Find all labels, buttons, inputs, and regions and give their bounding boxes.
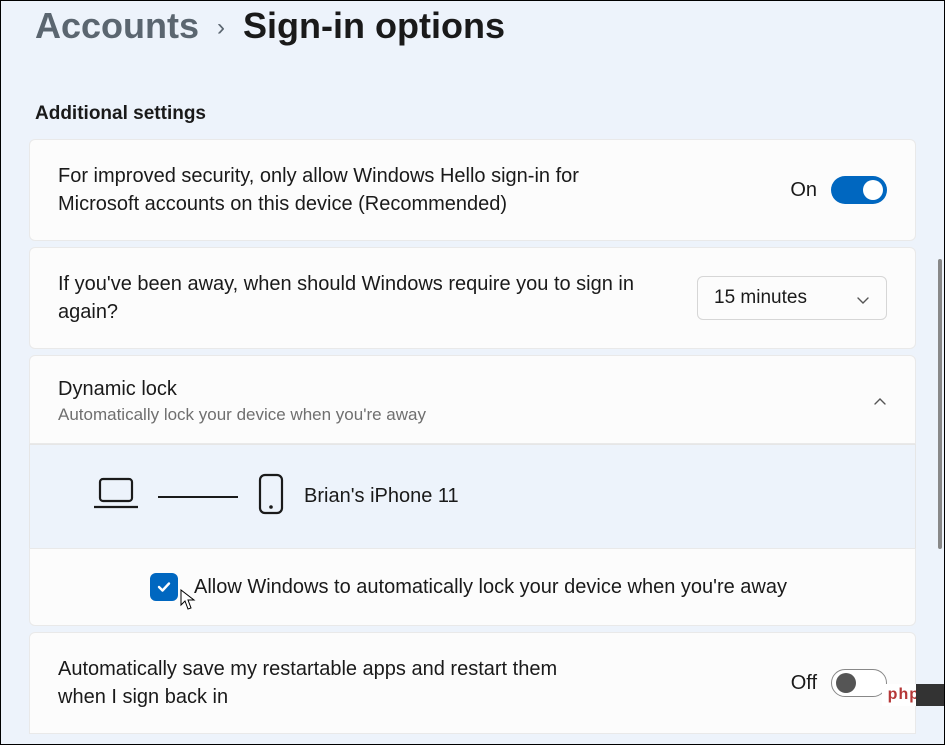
require-signin-card: If you've been away, when should Windows…: [29, 247, 916, 349]
dynamic-lock-subtitle: Automatically lock your device when you'…: [58, 405, 873, 425]
restart-apps-toggle-group: Off: [791, 669, 887, 697]
chevron-down-icon: [856, 291, 870, 305]
restart-apps-text: Automatically save my restartable apps a…: [58, 655, 588, 711]
restart-apps-card: Automatically save my restartable apps a…: [29, 632, 916, 734]
hello-signin-card: For improved security, only allow Window…: [29, 139, 916, 241]
toggle-knob: [836, 673, 856, 693]
section-heading: Additional settings: [29, 103, 916, 125]
breadcrumb: Accounts › Sign-in options: [29, 5, 916, 47]
paired-device-name: Brian's iPhone 11: [304, 485, 459, 508]
chevron-up-icon: [873, 395, 887, 409]
hello-toggle-group: On: [790, 176, 887, 204]
laptop-icon: [94, 477, 138, 516]
chevron-right-icon: ›: [217, 14, 225, 42]
dropdown-value: 15 minutes: [714, 287, 807, 309]
dynamic-lock-title: Dynamic lock: [58, 378, 873, 401]
scrollbar[interactable]: [938, 259, 942, 549]
phone-icon: [258, 473, 284, 520]
require-signin-dropdown[interactable]: 15 minutes: [697, 276, 887, 320]
toggle-knob: [863, 180, 883, 200]
connection-line-icon: [158, 496, 238, 498]
page-title: Sign-in options: [243, 5, 505, 47]
restart-apps-toggle[interactable]: [831, 669, 887, 697]
dynamic-lock-checkbox-label: Allow Windows to automatically lock your…: [194, 576, 787, 599]
dynamic-lock-checkbox-row: Allow Windows to automatically lock your…: [29, 548, 916, 626]
hello-toggle-label: On: [790, 179, 817, 202]
dynamic-lock-checkbox[interactable]: [150, 573, 178, 601]
watermark-badge: [916, 684, 944, 706]
restart-apps-toggle-label: Off: [791, 672, 817, 695]
hello-signin-text: For improved security, only allow Window…: [58, 162, 658, 218]
dynamic-lock-header[interactable]: Dynamic lock Automatically lock your dev…: [29, 355, 916, 444]
hello-toggle[interactable]: [831, 176, 887, 204]
paired-device-row: Brian's iPhone 11: [29, 444, 916, 548]
breadcrumb-parent[interactable]: Accounts: [35, 5, 199, 47]
require-signin-text: If you've been away, when should Windows…: [58, 270, 658, 326]
